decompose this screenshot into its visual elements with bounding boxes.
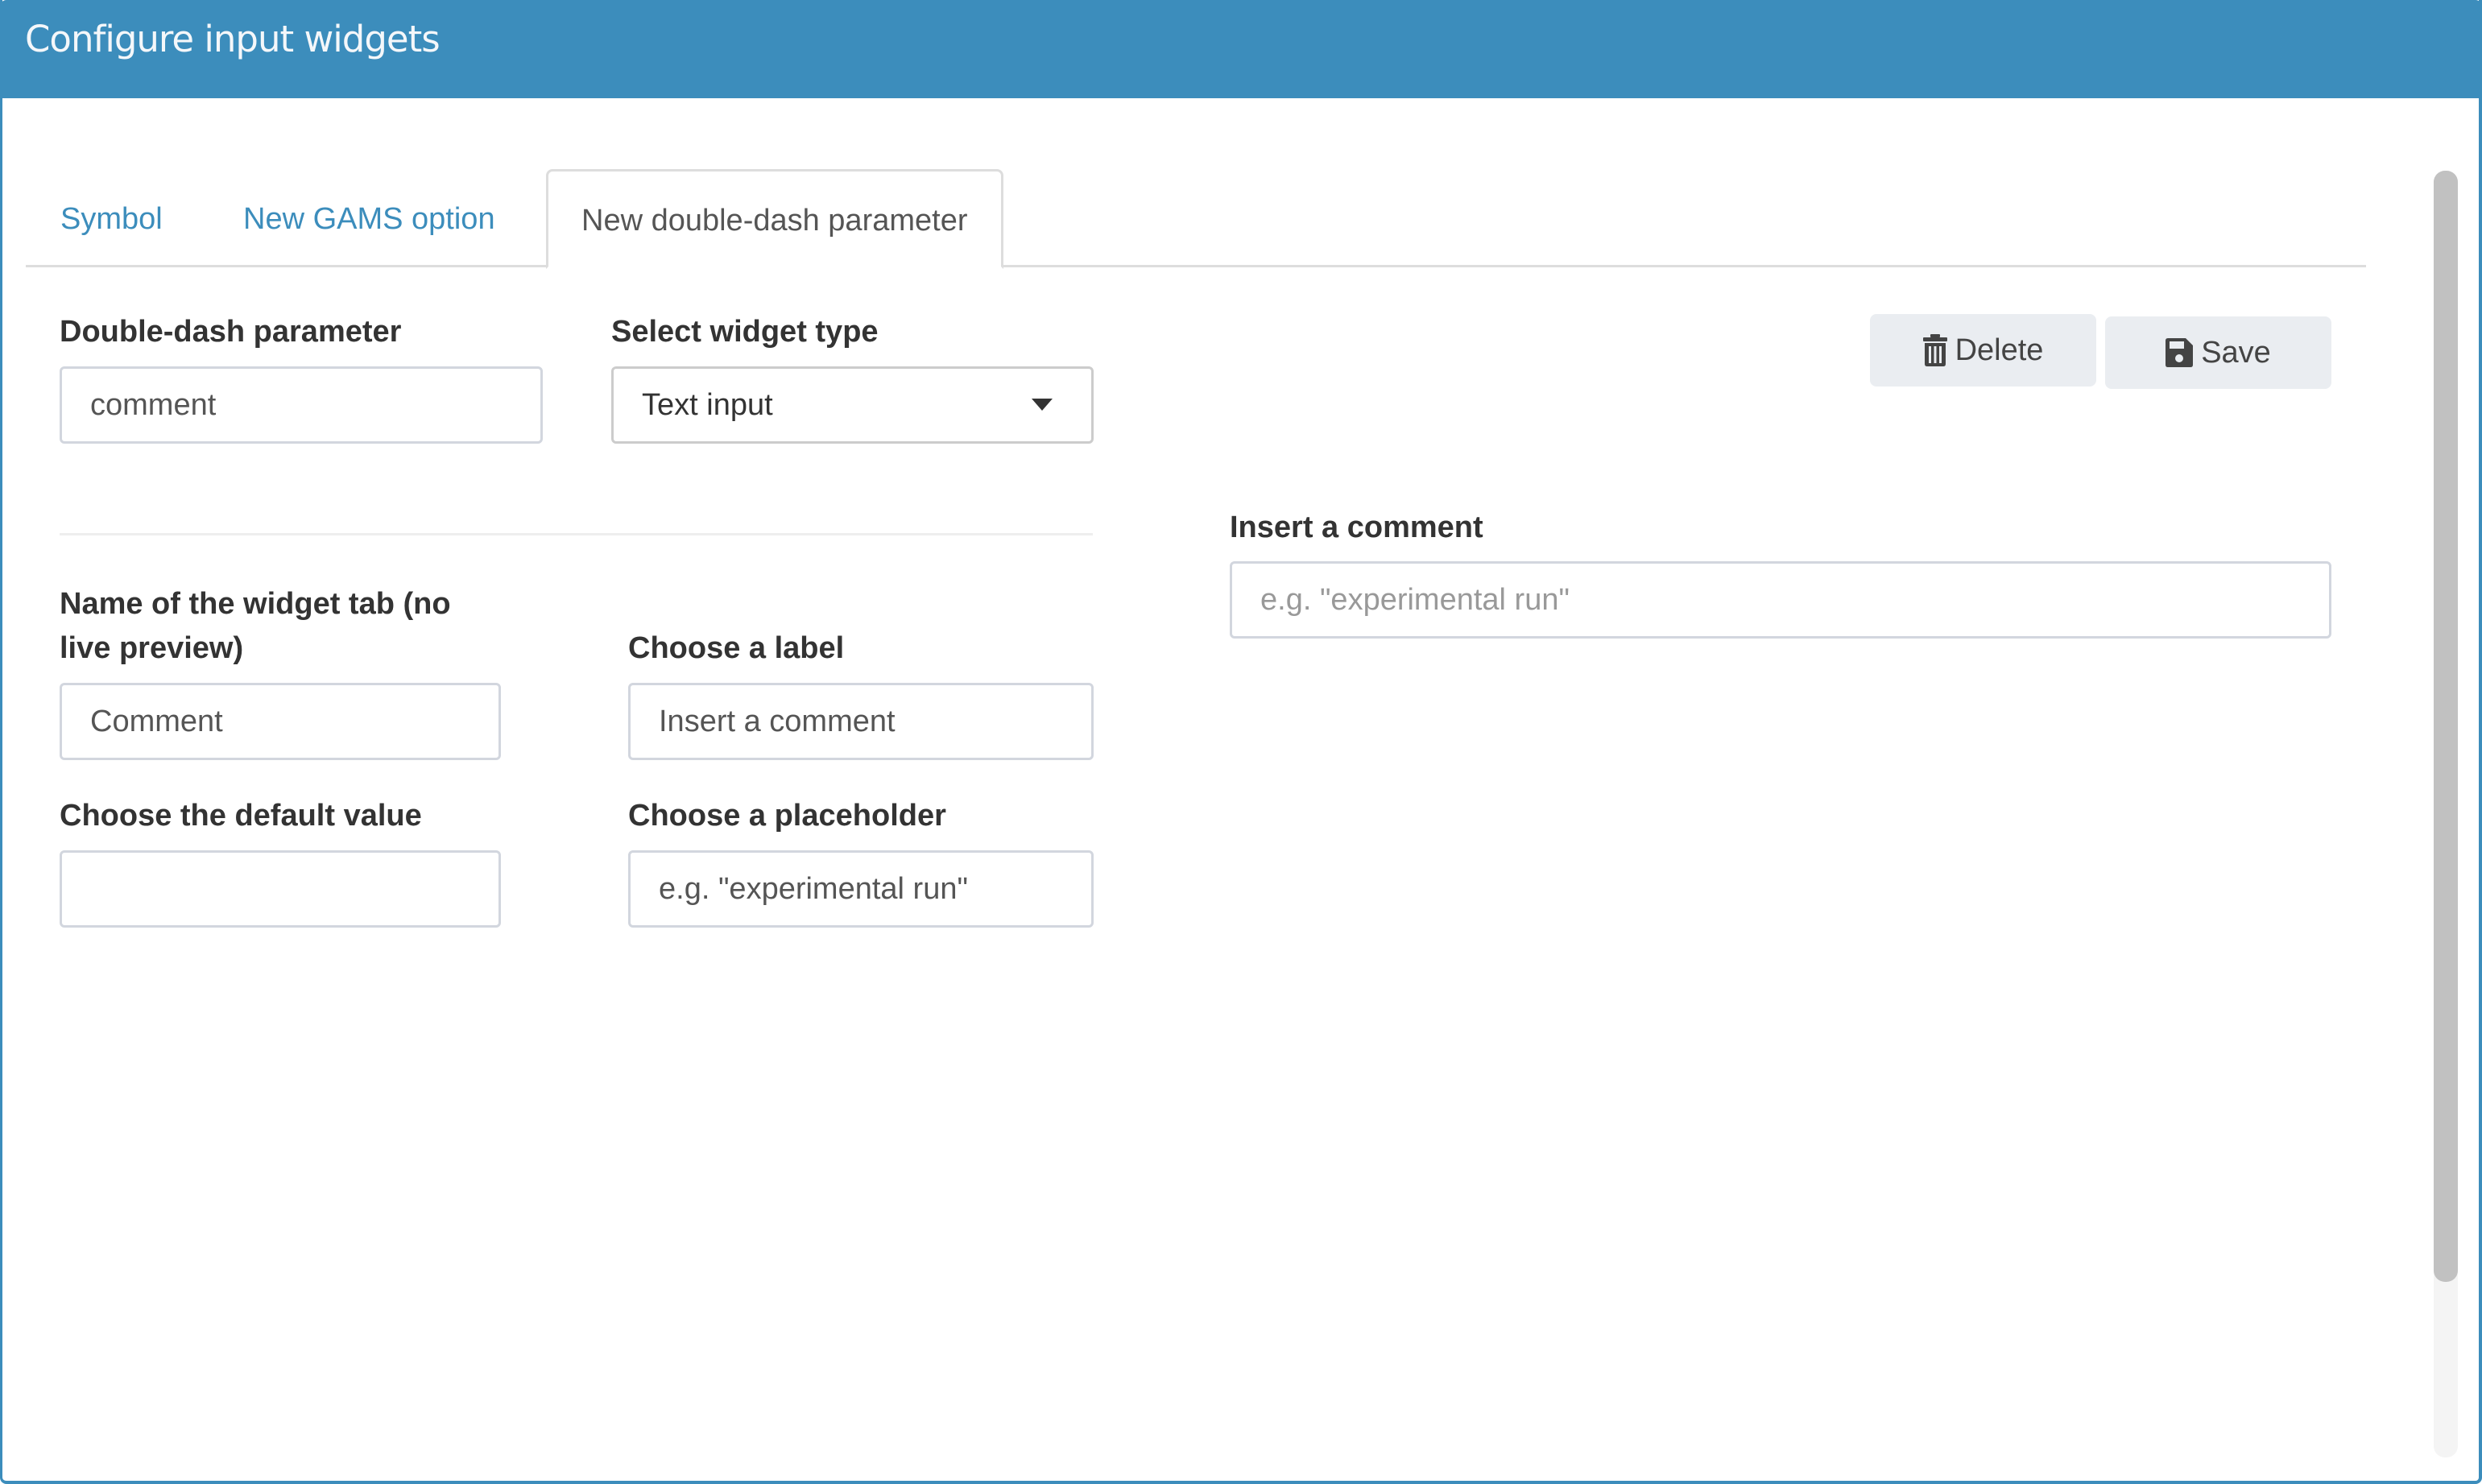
widget-tab-name-label: Name of the widget tab (no live preview) [60, 582, 451, 671]
floppy-disk-icon [2166, 338, 2194, 367]
caret-down-icon [1032, 399, 1053, 411]
delete-button-label: Delete [1955, 333, 2044, 367]
choose-label-input[interactable]: Insert a comment [628, 683, 1094, 760]
preview-comment-input[interactable]: e.g. "experimental run" [1230, 561, 2331, 639]
default-value-input[interactable] [60, 850, 501, 928]
double-dash-parameter-label: Double-dash parameter [60, 315, 402, 349]
default-value-label: Choose the default value [60, 799, 422, 833]
widget-type-label: Select widget type [611, 315, 879, 349]
trash-icon [1922, 334, 1947, 366]
modal-title: Configure input widgets [25, 18, 441, 60]
widget-tab-name-label-line2: live preview) [60, 631, 244, 665]
widget-type-select[interactable]: Text input [611, 366, 1094, 444]
placeholder-input[interactable]: e.g. "experimental run" [628, 850, 1094, 928]
widget-tab-name-label-line1: Name of the widget tab (no [60, 587, 451, 621]
double-dash-parameter-input[interactable]: comment [60, 366, 543, 444]
placeholder-label: Choose a placeholder [628, 799, 946, 833]
save-button-label: Save [2201, 335, 2271, 370]
tab-bar: Symbol New GAMS option New double-dash p… [26, 169, 2366, 269]
preview-label: Insert a comment [1230, 511, 1483, 544]
section-divider [60, 533, 1093, 535]
tab-new-gams-option[interactable]: New GAMS option [243, 170, 495, 265]
widget-type-selected: Text input [642, 388, 773, 422]
tab-new-double-dash-parameter[interactable]: New double-dash parameter [546, 169, 1003, 269]
tab-symbol[interactable]: Symbol [60, 170, 163, 265]
scrollbar-thumb[interactable] [2434, 171, 2458, 1282]
delete-button[interactable]: Delete [1870, 314, 2096, 387]
widget-tab-name-input[interactable]: Comment [60, 683, 501, 760]
modal-header: Configure input widgets [0, 0, 2482, 98]
choose-label-label: Choose a label [628, 631, 845, 665]
save-button[interactable]: Save [2105, 316, 2331, 389]
